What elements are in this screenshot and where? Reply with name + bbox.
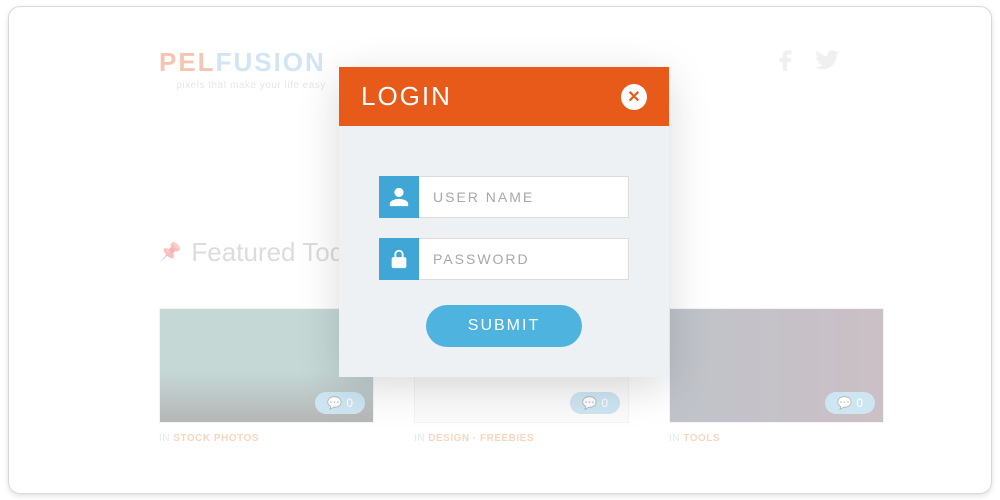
password-field-row	[379, 238, 629, 280]
social-links	[773, 47, 841, 78]
card-meta: IN DESIGN · FREEBIES	[414, 433, 629, 444]
login-modal: LOGIN ✕ SUBMIT	[339, 67, 669, 377]
twitter-icon[interactable]	[815, 47, 841, 78]
card-thumbnail: 💬 0	[669, 308, 884, 423]
featured-card[interactable]: 💬 0 IN TOOLS	[669, 308, 884, 444]
logo-text: PELFUSION	[159, 47, 326, 78]
username-field-row	[379, 176, 629, 218]
comment-badge: 💬 0	[825, 392, 875, 414]
modal-header: LOGIN ✕	[339, 67, 669, 126]
comment-badge: 💬 0	[315, 392, 365, 414]
logo-tagline: pixels that make your life easy	[159, 80, 326, 91]
comment-badge: 💬 0	[570, 392, 620, 414]
pin-icon: 📌	[159, 242, 181, 263]
site-logo: PELFUSION pixels that make your life eas…	[159, 47, 326, 91]
lock-icon	[379, 238, 419, 280]
username-input[interactable]	[419, 176, 629, 218]
facebook-icon[interactable]	[773, 47, 799, 78]
modal-title: LOGIN	[361, 81, 452, 112]
card-meta: IN STOCK PHOTOS	[159, 433, 374, 444]
submit-button[interactable]: SUBMIT	[426, 305, 582, 347]
close-icon[interactable]: ✕	[621, 84, 647, 110]
password-input[interactable]	[419, 238, 629, 280]
card-meta: IN TOOLS	[669, 433, 884, 444]
user-icon	[379, 176, 419, 218]
